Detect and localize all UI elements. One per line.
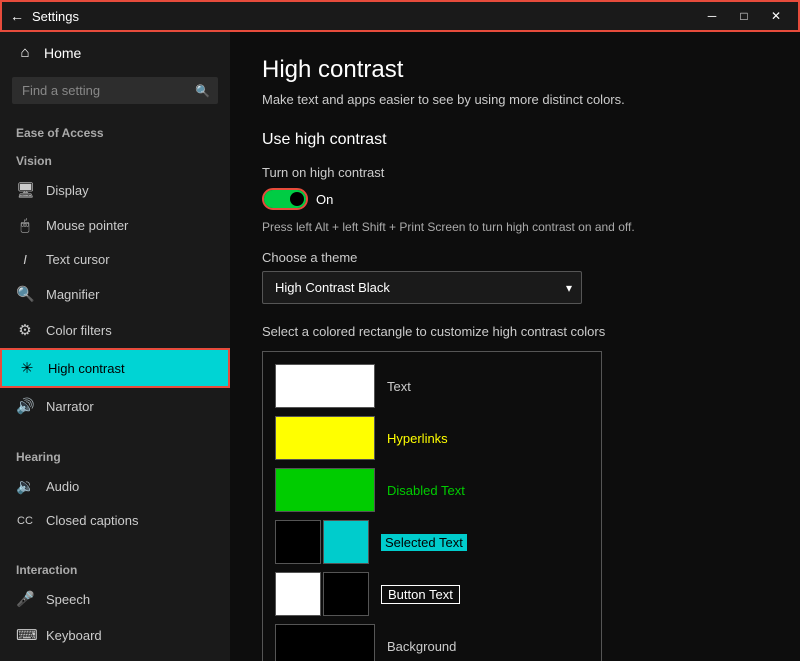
sidebar-item-text-cursor[interactable]: I Text cursor — [0, 243, 230, 276]
sidebar-item-speech[interactable]: 🎤 Speech — [0, 581, 230, 617]
search-icon: 🔍 — [195, 84, 210, 98]
mouse-pointer-label: Mouse pointer — [46, 218, 128, 233]
sidebar-item-display[interactable]: 🖥 Display — [0, 172, 230, 208]
color-row-selected: Selected Text — [275, 520, 589, 564]
selected-swatch-pair — [275, 520, 369, 564]
selected-color-label: Selected Text — [381, 534, 467, 551]
keyboard-label: Keyboard — [46, 628, 102, 643]
title-bar-left: ← Settings — [10, 8, 79, 24]
color-filters-label: Color filters — [46, 323, 112, 338]
sidebar-item-closed-captions[interactable]: CC Closed captions — [0, 504, 230, 537]
mouse-pointer-icon: 🖱 — [16, 217, 34, 234]
color-filters-icon: ⚙ — [16, 321, 34, 339]
magnifier-label: Magnifier — [46, 287, 99, 302]
app-body: ⌂ Home 🔍 Ease of Access Vision 🖥 Display… — [0, 32, 800, 661]
theme-dropdown[interactable]: High Contrast Black High Contrast White … — [262, 271, 582, 304]
toggle-thumb — [290, 192, 304, 206]
theme-dropdown-wrapper: High Contrast Black High Contrast White … — [262, 271, 582, 304]
sidebar-item-narrator[interactable]: 🔊 Narrator — [0, 388, 230, 424]
background-color-swatch[interactable] — [275, 624, 375, 661]
closed-captions-label: Closed captions — [46, 513, 139, 528]
color-row-background: Background — [275, 624, 589, 661]
page-title: High contrast — [262, 56, 768, 84]
audio-icon: 🔉 — [16, 477, 34, 495]
high-contrast-label: High contrast — [48, 361, 125, 376]
disabled-color-swatch[interactable] — [275, 468, 375, 512]
text-color-label: Text — [387, 379, 411, 394]
color-row-hyperlinks: Hyperlinks — [275, 416, 589, 460]
sidebar-item-home[interactable]: ⌂ Home — [0, 32, 230, 73]
background-color-label: Background — [387, 639, 456, 654]
vision-label: Vision — [0, 144, 230, 172]
color-grid: Text Hyperlinks Disabled Text Selected T… — [262, 351, 602, 661]
sidebar-item-mouse-pointer[interactable]: 🖱 Mouse pointer — [0, 208, 230, 243]
minimize-button[interactable]: ─ — [698, 5, 726, 27]
page-subtitle: Make text and apps easier to see by usin… — [262, 92, 768, 107]
display-label: Display — [46, 183, 89, 198]
high-contrast-toggle[interactable] — [262, 188, 308, 210]
color-row-button: Button Text — [275, 572, 589, 616]
display-icon: 🖥 — [16, 181, 34, 199]
closed-captions-icon: CC — [16, 515, 34, 527]
toggle-state-label: On — [316, 192, 333, 207]
high-contrast-icon: ✳ — [18, 359, 36, 377]
dropdown-label: Choose a theme — [262, 250, 768, 265]
color-row-disabled: Disabled Text — [275, 468, 589, 512]
title-bar: ← Settings ─ □ ✕ — [0, 0, 800, 32]
selected-bg-swatch[interactable] — [275, 520, 321, 564]
speech-icon: 🎤 — [16, 590, 34, 608]
button-swatch-pair — [275, 572, 369, 616]
section-title: Use high contrast — [262, 131, 768, 149]
hyperlinks-color-label: Hyperlinks — [387, 431, 448, 446]
text-cursor-label: Text cursor — [46, 252, 110, 267]
speech-label: Speech — [46, 592, 90, 607]
text-color-swatch[interactable] — [275, 364, 375, 408]
sidebar-search: 🔍 — [12, 77, 218, 104]
button-bg-swatch[interactable] — [275, 572, 321, 616]
audio-label: Audio — [46, 479, 79, 494]
toggle-container: On — [262, 188, 768, 210]
sidebar: ⌂ Home 🔍 Ease of Access Vision 🖥 Display… — [0, 32, 230, 661]
color-row-text: Text — [275, 364, 589, 408]
narrator-icon: 🔊 — [16, 397, 34, 415]
selected-fg-swatch[interactable] — [323, 520, 369, 564]
sidebar-item-color-filters[interactable]: ⚙ Color filters — [0, 312, 230, 348]
back-button[interactable]: ← — [10, 8, 24, 24]
maximize-button[interactable]: □ — [730, 5, 758, 27]
toggle-label: Turn on high contrast — [262, 165, 768, 180]
hint-text: Press left Alt + left Shift + Print Scre… — [262, 220, 768, 234]
hyperlinks-color-swatch[interactable] — [275, 416, 375, 460]
button-fg-swatch[interactable] — [323, 572, 369, 616]
color-section-label: Select a colored rectangle to customize … — [262, 324, 768, 339]
hearing-label: Hearing — [0, 440, 230, 468]
text-cursor-icon: I — [16, 252, 34, 267]
search-input[interactable] — [12, 77, 218, 104]
keyboard-icon: ⌨ — [16, 626, 34, 644]
sidebar-item-magnifier[interactable]: 🔍 Magnifier — [0, 276, 230, 312]
home-label: Home — [44, 45, 81, 61]
home-icon: ⌂ — [16, 44, 34, 61]
sidebar-item-keyboard[interactable]: ⌨ Keyboard — [0, 617, 230, 653]
narrator-label: Narrator — [46, 399, 94, 414]
toggle-track — [264, 190, 306, 208]
ease-of-access-label: Ease of Access — [0, 116, 230, 144]
sidebar-item-audio[interactable]: 🔉 Audio — [0, 468, 230, 504]
interaction-label: Interaction — [0, 553, 230, 581]
title-bar-title: Settings — [32, 9, 79, 24]
title-bar-controls: ─ □ ✕ — [698, 5, 790, 27]
main-content: High contrast Make text and apps easier … — [230, 32, 800, 661]
close-button[interactable]: ✕ — [762, 5, 790, 27]
magnifier-icon: 🔍 — [16, 285, 34, 303]
sidebar-item-high-contrast[interactable]: ✳ High contrast — [0, 348, 230, 388]
disabled-color-label: Disabled Text — [387, 483, 465, 498]
button-color-label: Button Text — [381, 585, 460, 604]
